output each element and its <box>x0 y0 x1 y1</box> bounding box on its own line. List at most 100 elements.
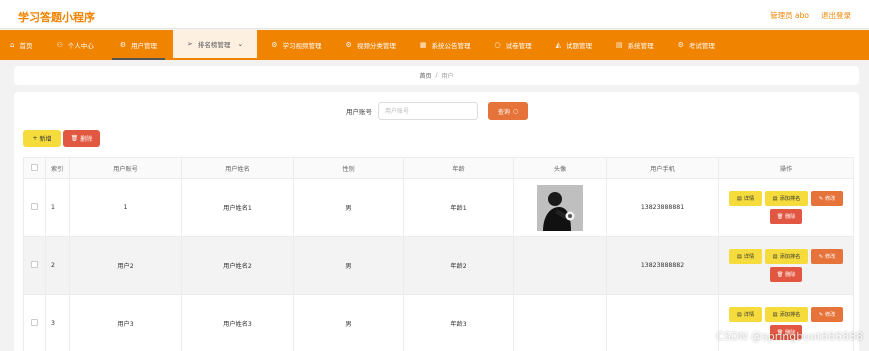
add-rank-button[interactable]: ▤ 添加排名 <box>765 307 808 322</box>
trash-icon: 🗑 <box>776 271 784 278</box>
row-phone: 13823888882 <box>606 236 719 295</box>
nav-item-system[interactable]: ▤ 系统管理 <box>606 30 664 60</box>
edit-label: 修改 <box>824 312 836 318</box>
row-account: 1 <box>69 178 182 237</box>
bulk-delete-button[interactable]: 🗑 删除 <box>63 130 100 147</box>
column-header: 性别 <box>293 157 404 179</box>
column-header: 操作 <box>718 157 854 179</box>
row-checkbox[interactable] <box>23 236 46 295</box>
add-button[interactable]: + 新增 <box>23 130 61 147</box>
edit-label: 修改 <box>824 254 836 260</box>
breadcrumb: 首页 / 用户 <box>14 66 859 85</box>
account-search-input[interactable] <box>378 102 478 120</box>
nav-item-questions[interactable]: ◭ 试题管理 <box>546 30 602 60</box>
row-checkbox[interactable] <box>23 294 46 351</box>
nav-item-home[interactable]: ⌂ 首页 <box>0 30 42 60</box>
row-age: 年龄2 <box>403 236 514 295</box>
admin-label[interactable]: 管理员 abo <box>770 10 809 21</box>
add-rank-label: 添加排名 <box>779 312 801 318</box>
edit-button[interactable]: ✎ 修改 <box>811 249 843 264</box>
home-icon: ⌂ <box>10 41 15 49</box>
nav-item-profile[interactable]: ⚇ 个人中心 <box>46 30 103 60</box>
nav-item-announcements[interactable]: ▦ 系统公告管理 <box>410 30 481 60</box>
nav-item-label: 系统管理 <box>627 42 654 50</box>
detail-button[interactable]: ▤ 详情 <box>729 191 762 206</box>
row-name: 用户姓名1 <box>181 178 294 237</box>
doc-icon: ▤ <box>772 195 778 202</box>
search-icon: ○ <box>512 107 519 115</box>
doc-icon: ▤ <box>736 311 742 318</box>
row-account: 用户3 <box>69 294 182 351</box>
add-rank-button[interactable]: ▤ 添加排名 <box>765 249 808 264</box>
watermark: CSDN @springboot666888 <box>716 330 863 343</box>
header-user-area: 管理员 abo 退出登录 <box>770 10 851 21</box>
row-name: 用户姓名3 <box>181 294 294 351</box>
nav-item-video-categories[interactable]: ⚙ 视频分类管理 <box>336 30 406 60</box>
detail-label: 详情 <box>743 254 755 260</box>
nav-item-label: 用户管理 <box>131 42 158 50</box>
pencil-icon: ✎ <box>818 195 823 202</box>
user-icon: ⚇ <box>56 41 63 49</box>
delete-button[interactable]: 🗑 删除 <box>770 267 802 282</box>
row-checkbox[interactable] <box>23 178 46 237</box>
nav-item-label: 视频分类管理 <box>356 42 396 50</box>
trash-icon: 🗑 <box>776 213 784 220</box>
edit-button[interactable]: ✎ 修改 <box>811 307 843 322</box>
row-phone <box>606 294 719 351</box>
search-button[interactable]: 查询 ○ <box>488 102 528 120</box>
bulk-delete-label: 删除 <box>80 136 93 143</box>
breadcrumb-separator: / <box>435 72 438 79</box>
breadcrumb-current: 用户 <box>441 73 454 80</box>
detail-button[interactable]: ▤ 详情 <box>729 307 762 322</box>
column-header: 用户姓名 <box>181 157 294 179</box>
nav-item-label: 试卷管理 <box>505 42 532 50</box>
nav-item-label: 试题管理 <box>565 42 592 50</box>
row-index: 2 <box>45 236 70 295</box>
grid-icon: ▦ <box>419 41 427 49</box>
doc-icon: ▤ <box>772 253 778 260</box>
main-nav: ⌂ 首页 ⚇ 个人中心 ⚙ 用户管理 ➢ 排名榜管理 ⌄ ⚙ 学习视频管理 ⚙ … <box>0 30 869 60</box>
nav-item-videos[interactable]: ⚙ 学习视频管理 <box>261 30 331 60</box>
plus-icon: + <box>32 135 38 142</box>
doc-icon: ▤ <box>772 311 778 318</box>
search-form: 用户账号 查询 ○ <box>346 102 528 120</box>
row-index: 1 <box>45 178 70 237</box>
add-rank-button[interactable]: ▤ 添加排名 <box>765 191 808 206</box>
doc-icon: ▤ <box>736 195 742 202</box>
pencil-icon: ✎ <box>818 311 823 318</box>
top-header: 学习答题小程序 管理员 abo 退出登录 <box>0 0 869 29</box>
chevron-down-icon: ⌄ <box>237 40 244 48</box>
column-header: 用户账号 <box>69 157 182 179</box>
row-gender: 男 <box>293 294 404 351</box>
search-label: 用户账号 <box>346 108 372 116</box>
add-rank-label: 添加排名 <box>779 196 801 202</box>
row-gender: 男 <box>293 178 404 237</box>
nav-item-user-management[interactable]: ⚙ 用户管理 <box>110 30 167 60</box>
nav-item-papers[interactable]: ○ 试卷管理 <box>484 30 541 60</box>
send-icon: ➢ <box>187 40 193 48</box>
pencil-icon: ✎ <box>818 253 823 260</box>
nav-item-exams[interactable]: ⚙ 考试管理 <box>668 30 725 60</box>
delete-button[interactable]: 🗑 删除 <box>770 209 802 224</box>
add-rank-label: 添加排名 <box>779 254 801 260</box>
delete-label: 删除 <box>785 272 796 278</box>
doc-icon: ▤ <box>615 41 623 49</box>
row-age: 年龄3 <box>403 294 514 351</box>
table-row: 1 1 用户姓名1 男 年龄1 13823888881 ▤ 详情 ▤ 添加排名 … <box>23 178 854 237</box>
select-all-checkbox[interactable] <box>23 157 46 179</box>
column-header: 年龄 <box>403 157 514 179</box>
logout-link[interactable]: 退出登录 <box>821 10 851 21</box>
breadcrumb-home[interactable]: 首页 <box>419 71 431 80</box>
edit-button[interactable]: ✎ 修改 <box>811 191 843 206</box>
user-table: 索引 用户账号 用户姓名 性别 年龄 头像 用户手机 操作 1 1 用户姓名1 … <box>23 157 854 351</box>
nav-item-label: 个人中心 <box>67 42 94 50</box>
row-ops: ▤ 详情 ▤ 添加排名 ✎ 修改 🗑 删除 <box>718 236 854 295</box>
detail-button[interactable]: ▤ 详情 <box>729 249 762 264</box>
nav-item-label: 考试管理 <box>688 42 715 50</box>
avatar <box>537 184 583 231</box>
row-avatar-cell <box>513 236 607 295</box>
gear-icon: ⚙ <box>271 41 278 49</box>
column-header: 用户手机 <box>606 157 719 179</box>
nav-item-ranking[interactable]: ➢ 排名榜管理 ⌄ <box>173 30 258 60</box>
detail-label: 详情 <box>743 312 755 318</box>
